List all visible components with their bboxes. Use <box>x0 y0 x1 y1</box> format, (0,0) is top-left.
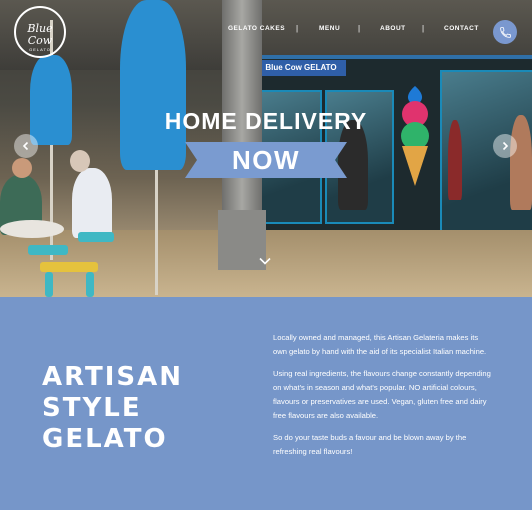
brand-logo[interactable]: Blue Cow GELATO <box>14 6 66 58</box>
paragraph: So do your taste buds a favour and be bl… <box>273 433 467 456</box>
nav-item-gelato-cakes[interactable]: GELATO CAKES <box>228 25 285 32</box>
paragraph: Locally owned and managed, this Artisan … <box>273 333 487 356</box>
stool <box>40 262 98 272</box>
section-heading: ARTISAN STYLE GELATO <box>42 362 183 455</box>
cafe-table <box>0 220 64 238</box>
chevron-left-icon <box>22 141 29 151</box>
heading-line: STYLE <box>42 393 142 423</box>
hero-headline: HOME DELIVERY <box>164 108 368 134</box>
person-head <box>12 158 32 178</box>
person <box>72 168 112 238</box>
carousel-next-button[interactable] <box>493 134 517 158</box>
phone-icon <box>499 26 511 38</box>
person-head <box>70 150 90 172</box>
chevron-down-icon[interactable] <box>258 254 272 268</box>
nav-item-menu[interactable]: MENU <box>319 25 340 32</box>
chevron-right-icon <box>502 141 509 151</box>
logo-text: Blue Cow <box>27 22 53 47</box>
stool-leg <box>45 272 53 297</box>
nav-separator: | <box>358 24 361 33</box>
paragraph: Using real ingredients, the flavours cha… <box>273 369 491 420</box>
shop-sign: Blue Cow GELATO <box>256 60 346 76</box>
nav-separator: | <box>422 24 425 33</box>
ice-cream-cone-icon <box>401 86 429 186</box>
heading-line: ARTISAN <box>42 362 183 392</box>
phone-button[interactable] <box>493 20 517 44</box>
stool <box>78 232 114 242</box>
stool <box>28 245 68 255</box>
heading-line: GELATO <box>42 424 168 454</box>
hero-subheadline: NOW <box>231 145 301 175</box>
umbrella <box>120 0 186 170</box>
about-text: Locally owned and managed, this Artisan … <box>273 331 493 467</box>
logo-subtext: GELATO <box>29 47 51 52</box>
nav-separator: | <box>296 24 299 33</box>
nav-item-about[interactable]: ABOUT <box>380 25 406 32</box>
nav-item-contact[interactable]: CONTACT <box>444 25 479 32</box>
stool-leg <box>86 272 94 297</box>
carousel-prev-button[interactable] <box>14 134 38 158</box>
